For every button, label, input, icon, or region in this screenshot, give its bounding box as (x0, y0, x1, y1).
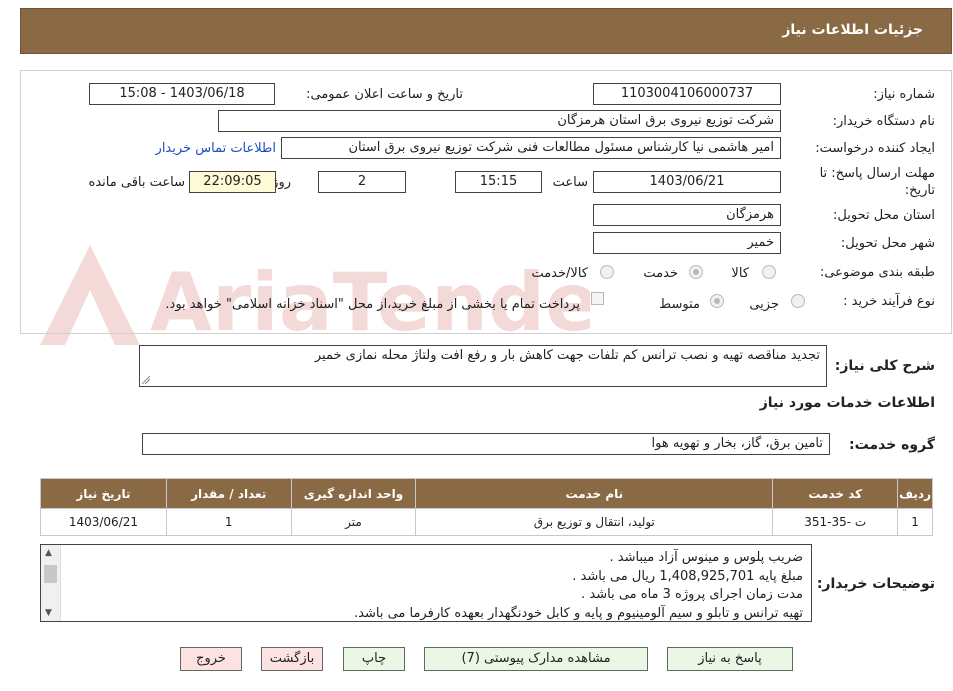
cell-quantity: 1 (165, 508, 292, 536)
announce-datetime-field: 1403/06/18 - 15:08 (89, 83, 275, 105)
col-header-quantity: تعداد / مقدار (165, 478, 292, 509)
view-attachments-button[interactable]: مشاهده مدارک پیوستی (7) (424, 647, 648, 671)
service-group-field: تامین برق، گاز، بخار و تهویه هوا (142, 433, 830, 455)
requester-field: امیر هاشمی نیا کارشناس مسئول مطالعات فنی… (281, 137, 781, 159)
scroll-thumb[interactable] (44, 565, 57, 583)
buyer-notes-textarea[interactable]: ▲ ▼ ضریب پلوس و مینوس آزاد میباشد . مبلغ… (40, 544, 812, 622)
note-line: تهیه ترانس و تابلو و سیم آلومینیوم و پای… (354, 605, 803, 621)
scroll-up-icon[interactable]: ▲ (45, 548, 52, 558)
remaining-label: ساعت باقی مانده (88, 175, 185, 190)
services-table: ردیف کد خدمت نام خدمت واحد اندازه گیری ت… (40, 478, 933, 536)
col-header-unit: واحد اندازه گیری (290, 478, 417, 509)
exit-button[interactable]: خروج (180, 647, 242, 671)
col-header-need-date: تاریخ نیاز (40, 478, 167, 509)
treasury-payment-note: پرداخت تمام یا بخشی از مبلغ خرید،از محل … (165, 297, 580, 312)
days-remaining-field: 2 (318, 171, 406, 193)
print-button[interactable]: چاپ (343, 647, 405, 671)
city-field: خمیر (593, 232, 781, 254)
notes-lines: ضریب پلوس و مینوس آزاد میباشد . مبلغ پای… (354, 549, 803, 621)
process-option-minor: جزیی (749, 297, 779, 312)
note-line: مدت زمان اجرای پروژه 3 ماه می باشد . (581, 587, 803, 602)
service-group-label: گروه خدمت: (849, 437, 935, 453)
process-label: نوع فرآیند خرید : (843, 294, 935, 309)
province-field: هرمزگان (593, 204, 781, 226)
category-option-goods: کالا (731, 266, 749, 281)
notes-scrollbar[interactable]: ▲ ▼ (41, 545, 61, 621)
announce-label: تاریخ و ساعت اعلان عمومی: (306, 87, 463, 102)
need-number-field: 1103004106000737 (593, 83, 781, 105)
process-radio-minor[interactable] (791, 294, 805, 308)
summary-text: تجدید مناقصه تهیه و نصب ترانس کم تلفات ج… (314, 348, 820, 363)
col-header-service-code: کد خدمت (772, 478, 899, 509)
category-radio-goods[interactable] (762, 265, 776, 279)
services-section-title: اطلاعات خدمات مورد نیاز (759, 395, 935, 411)
col-header-service-name: نام خدمت (415, 478, 774, 509)
requester-label: ایجاد کننده درخواست: (815, 141, 935, 156)
buyer-org-label: نام دستگاه خریدار: (832, 114, 935, 129)
reply-button[interactable]: پاسخ به نیاز (667, 647, 793, 671)
page-header: جزئیات اطلاعات نیاز (20, 8, 952, 54)
city-label: شهر محل تحویل: (840, 236, 935, 251)
deadline-label: مهلت ارسال پاسخ: تا تاریخ: (819, 166, 935, 198)
buyer-notes-label: توضیحات خریدار: (816, 576, 935, 592)
cell-service-name: تولید، انتقال و توزیع برق (415, 508, 774, 536)
cell-unit: متر (290, 508, 417, 536)
process-radio-medium[interactable] (710, 294, 724, 308)
page-title: جزئیات اطلاعات نیاز (782, 22, 923, 38)
note-line: مبلغ پایه 1,408,925,701 ریال می باشد . (572, 568, 803, 584)
cell-row-number: 1 (897, 508, 933, 536)
buyer-org-field: شرکت توزیع نیروی برق استان هرمزگان (218, 110, 781, 132)
cell-service-code: ت -35-351 (772, 508, 899, 536)
deadline-date-field: 1403/06/21 (593, 171, 781, 193)
buyer-contact-link[interactable]: اطلاعات تماس خریدار (156, 141, 276, 156)
process-option-medium: متوسط (659, 297, 700, 312)
category-label: طبقه بندی موضوعی: (819, 265, 935, 280)
treasury-payment-checkbox[interactable] (591, 292, 604, 305)
deadline-time-field: 15:15 (455, 171, 542, 193)
scroll-down-icon[interactable]: ▼ (45, 608, 52, 618)
resize-grip-icon[interactable] (142, 376, 150, 384)
col-header-row-number: ردیف (897, 478, 933, 509)
category-option-goods-service: کالا/خدمت (531, 266, 588, 281)
category-radio-goods-service[interactable] (600, 265, 614, 279)
remaining-time-field: 22:09:05 (189, 171, 276, 193)
category-option-service: خدمت (643, 266, 678, 281)
table-header-row: ردیف کد خدمت نام خدمت واحد اندازه گیری ت… (40, 478, 933, 509)
table-row: 1 ت -35-351 تولید، انتقال و توزیع برق مت… (40, 508, 933, 536)
back-button[interactable]: بازگشت (261, 647, 323, 671)
category-radio-service[interactable] (689, 265, 703, 279)
summary-textarea[interactable]: تجدید مناقصه تهیه و نصب ترانس کم تلفات ج… (139, 345, 827, 387)
deadline-time-label: ساعت (552, 175, 588, 190)
summary-label: شرح کلی نیاز: (834, 358, 935, 374)
cell-need-date: 1403/06/21 (40, 508, 167, 536)
province-label: استان محل تحویل: (833, 208, 935, 223)
note-line: ضریب پلوس و مینوس آزاد میباشد . (609, 550, 803, 565)
need-number-label: شماره نیاز: (873, 87, 935, 102)
